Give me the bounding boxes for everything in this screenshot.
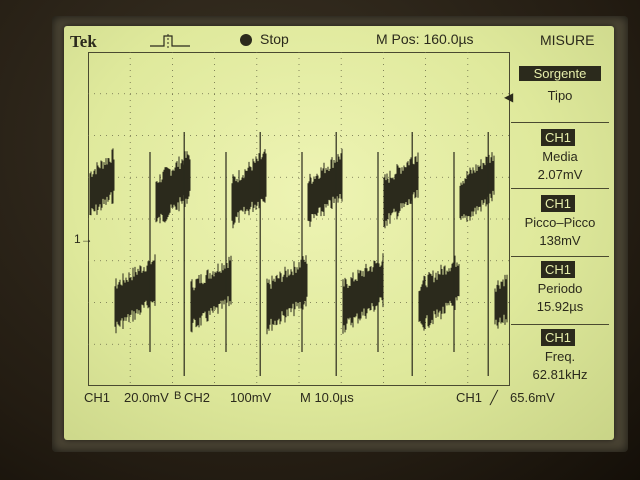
acquisition-state: Stop — [260, 31, 289, 47]
measurement-3-type: Periodo — [537, 281, 583, 296]
ch1-volts-div: 20.0mV — [124, 390, 169, 405]
trigger-slope-icon: ╱ — [490, 390, 498, 405]
status-bar: CH1 20.0mV B CH2 100mV M 10.0µs CH1 ╱ 65… — [64, 388, 614, 408]
measurement-3-channel: CH1 — [541, 261, 576, 278]
brand-logo: Tek — [70, 32, 97, 51]
trigger-level: 65.6mV — [510, 390, 555, 405]
menu-title: MISURE — [540, 32, 595, 48]
trigger-position-icon — [150, 34, 190, 48]
ch1-ground-marker: 1→ — [74, 232, 93, 246]
trigger-source: CH1 — [456, 390, 483, 405]
measurement-3-button[interactable]: CH1 Periodo 15.92µs — [511, 256, 609, 323]
measurement-3-value: 15.92µs — [536, 299, 584, 314]
stop-indicator-icon — [240, 34, 252, 46]
measurement-2-button[interactable]: CH1 Picco–Picco 138mV — [511, 188, 609, 255]
measurement-4-button[interactable]: CH1 Freq. 62.81kHz — [511, 324, 609, 387]
type-label: Tipo — [547, 88, 573, 103]
measurement-2-value: 138mV — [539, 233, 581, 248]
measurement-4-value: 62.81kHz — [532, 367, 588, 382]
graticule-grid — [88, 52, 510, 386]
measurement-1-type: Media — [542, 149, 578, 164]
waveform-noise-path — [89, 148, 508, 335]
source-label: Sorgente — [519, 66, 601, 81]
ch1-label: CH1 — [84, 390, 111, 405]
measurement-1-value: 2.07mV — [537, 167, 583, 182]
measurement-1-button[interactable]: CH1 Media 2.07mV — [511, 122, 609, 189]
measurement-4-type: Freq. — [544, 349, 576, 364]
measurement-2-channel: CH1 — [541, 195, 576, 212]
ch2-volts-div: 100mV — [230, 390, 272, 405]
ch1-waveform-trace — [89, 132, 508, 376]
bandwidth-limit-mark: B — [174, 390, 182, 402]
measurement-2-type: Picco–Picco — [524, 215, 596, 230]
oscilloscope-screen: Tek Stop M Pos: 160.0µs MISURE 1→ ◀ Sorg… — [64, 26, 614, 440]
horizontal-position: M Pos: 160.0µs — [376, 31, 474, 47]
waveform-spikes-path — [149, 132, 489, 376]
measurement-1-channel: CH1 — [541, 129, 576, 146]
waveform-display — [88, 52, 510, 386]
timebase: M 10.0µs — [300, 390, 354, 405]
measurement-4-channel: CH1 — [541, 329, 576, 346]
source-type-button[interactable]: Sorgente Tipo — [511, 54, 609, 120]
ch2-label: CH2 — [184, 390, 211, 405]
